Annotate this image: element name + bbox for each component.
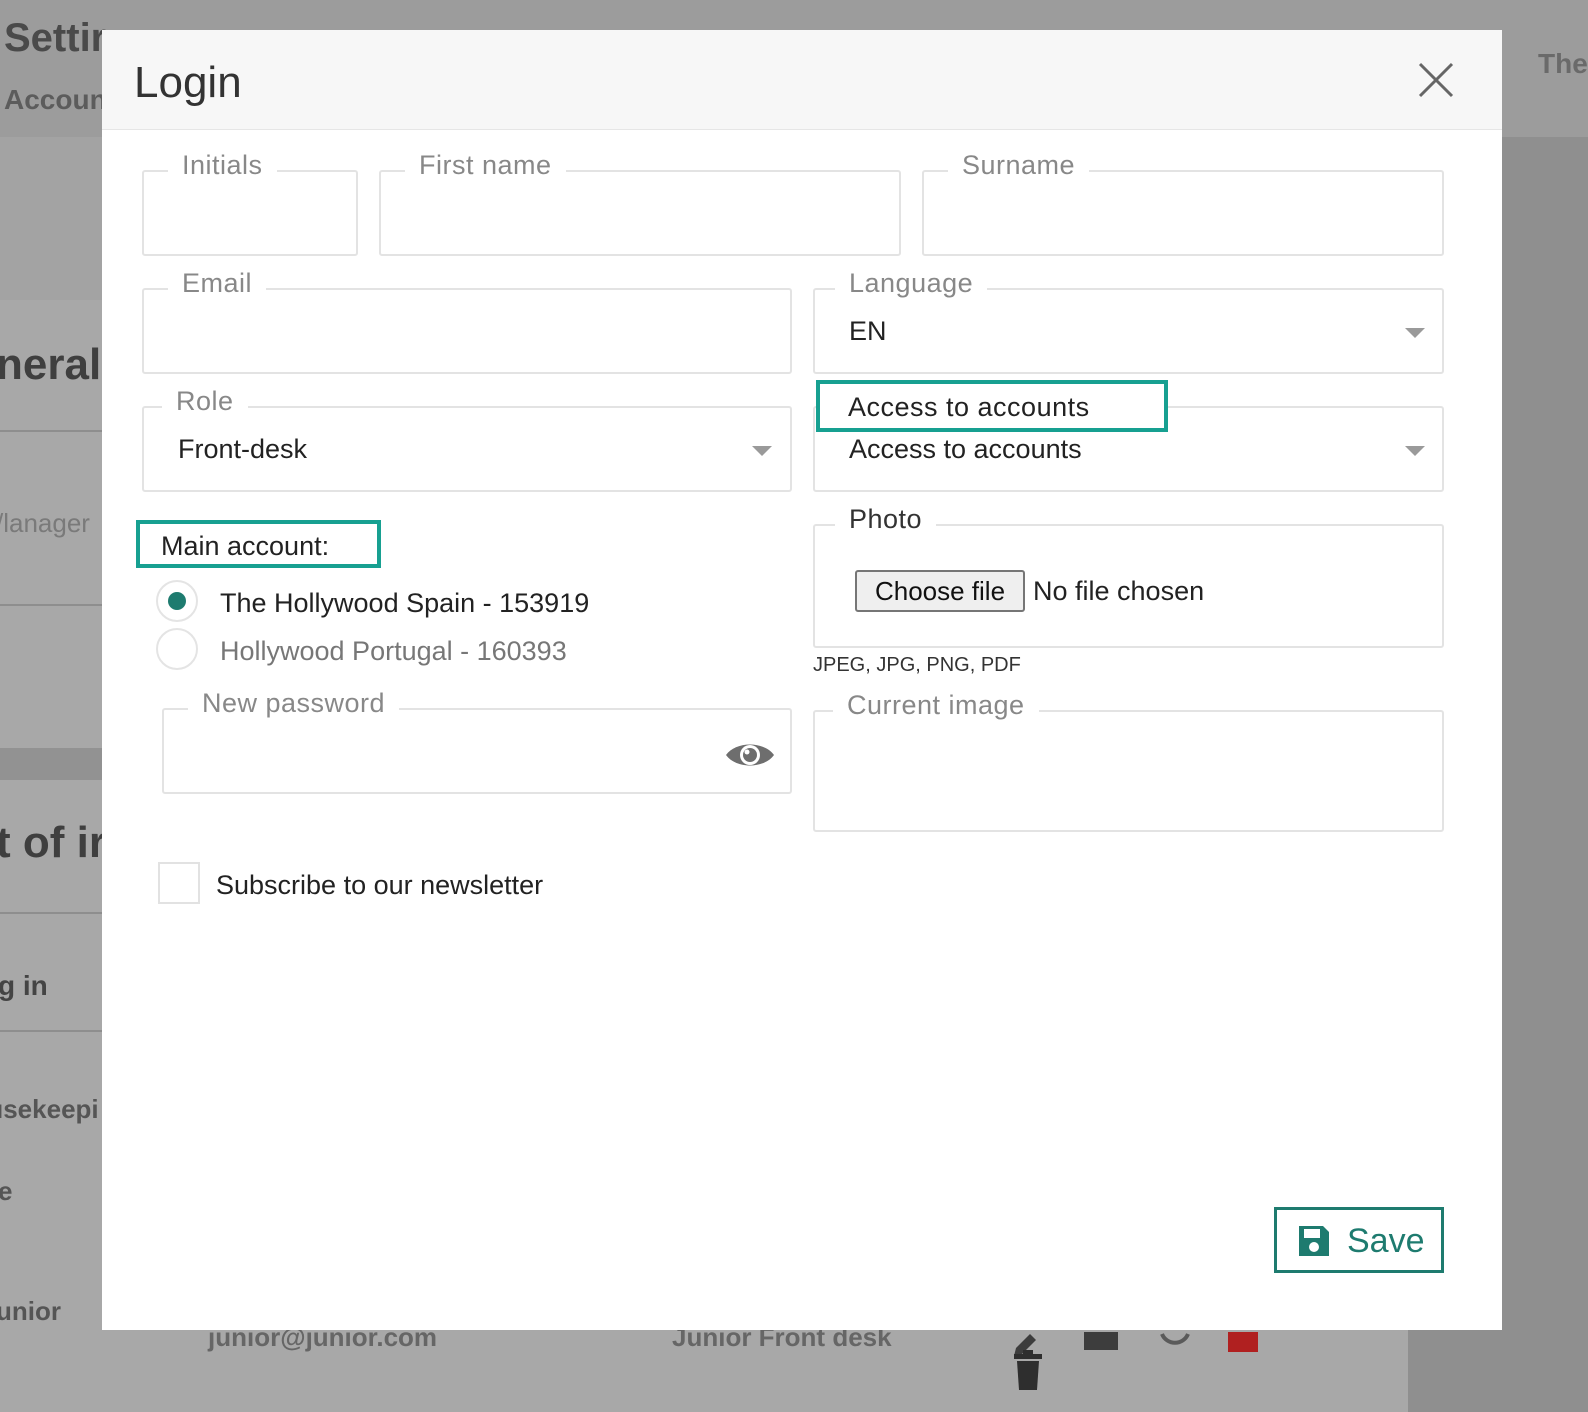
main-account-radio-2[interactable] — [156, 628, 198, 670]
photo-format-hint: JPEG, JPG, PNG, PDF — [813, 654, 1021, 676]
bg-list-heading: t of ir — [0, 818, 106, 867]
bg-housekeeping-text: ısekeepi — [0, 1094, 99, 1124]
modal-title: Login — [134, 58, 242, 107]
chevron-down-icon — [1405, 328, 1425, 338]
current-image-field: Current image — [813, 690, 1444, 832]
login-modal: Login Initials First name Surname Email … — [102, 30, 1502, 1330]
bg-login-heading: g in — [0, 970, 48, 1001]
role-value: Front-desk — [178, 434, 308, 464]
bg-manager-text: /lanager — [0, 508, 90, 538]
photo-field: Photo Choose file No file chosen — [813, 504, 1444, 648]
main-account-label: Main account: — [161, 531, 330, 561]
file-status: No file chosen — [1033, 576, 1205, 606]
bg-divider — [0, 430, 102, 432]
first-name-field[interactable]: First name — [379, 150, 901, 256]
access-label-highlight: Access to accounts — [816, 380, 1168, 432]
bg-page-title: Settir — [4, 16, 107, 60]
role-label: Role — [162, 386, 248, 417]
surname-field[interactable]: Surname — [922, 150, 1444, 256]
bg-e-text: e — [0, 1176, 13, 1206]
photo-label: Photo — [835, 504, 937, 535]
surname-label: Surname — [948, 150, 1090, 181]
bg-page-subtitle: Accoun — [4, 84, 107, 115]
modal-header: Login — [102, 30, 1502, 130]
trash-icon — [1014, 1350, 1042, 1390]
bg-right-text: The — [1538, 48, 1588, 79]
envelope-icon — [1084, 1332, 1118, 1350]
chevron-down-icon — [752, 446, 772, 456]
language-value: EN — [849, 316, 887, 346]
email-field[interactable]: Email — [142, 268, 792, 374]
save-label: Save — [1347, 1222, 1425, 1260]
bg-general-heading: neral — [0, 340, 102, 389]
initials-label: Initials — [168, 150, 277, 181]
first-name-label: First name — [405, 150, 566, 181]
current-image-label: Current image — [833, 690, 1039, 721]
eye-icon[interactable] — [724, 738, 776, 772]
red-badge-icon — [1228, 1332, 1258, 1352]
newsletter-label[interactable]: Subscribe to our newsletter — [216, 870, 543, 901]
new-password-label: New password — [188, 688, 400, 719]
floppy-disk-icon — [1299, 1226, 1329, 1256]
chevron-down-icon — [1405, 446, 1425, 456]
access-value: Access to accounts — [849, 434, 1082, 464]
bg-junior-text: unior — [0, 1296, 61, 1326]
main-account-option-2[interactable]: Hollywood Portugal - 160393 — [220, 636, 567, 667]
new-password-field[interactable]: New password — [162, 688, 792, 794]
main-account-highlight: Main account: — [136, 520, 381, 568]
access-label: Access to accounts — [848, 392, 1090, 422]
newsletter-checkbox[interactable] — [158, 862, 200, 904]
bg-band — [0, 748, 102, 780]
save-button[interactable]: Save — [1274, 1207, 1444, 1273]
bg-divider — [0, 1030, 102, 1032]
bg-divider — [0, 604, 102, 606]
initials-field[interactable]: Initials — [142, 150, 358, 256]
bg-divider — [0, 912, 102, 914]
language-select[interactable]: Language EN — [813, 268, 1444, 374]
role-select[interactable]: Role Front-desk — [142, 386, 792, 492]
choose-file-button[interactable]: Choose file — [855, 570, 1025, 612]
language-label: Language — [835, 268, 988, 299]
close-icon[interactable] — [1416, 60, 1456, 100]
main-account-radio-1[interactable] — [156, 580, 198, 622]
main-account-option-1[interactable]: The Hollywood Spain - 153919 — [220, 588, 589, 619]
email-label: Email — [168, 268, 267, 299]
